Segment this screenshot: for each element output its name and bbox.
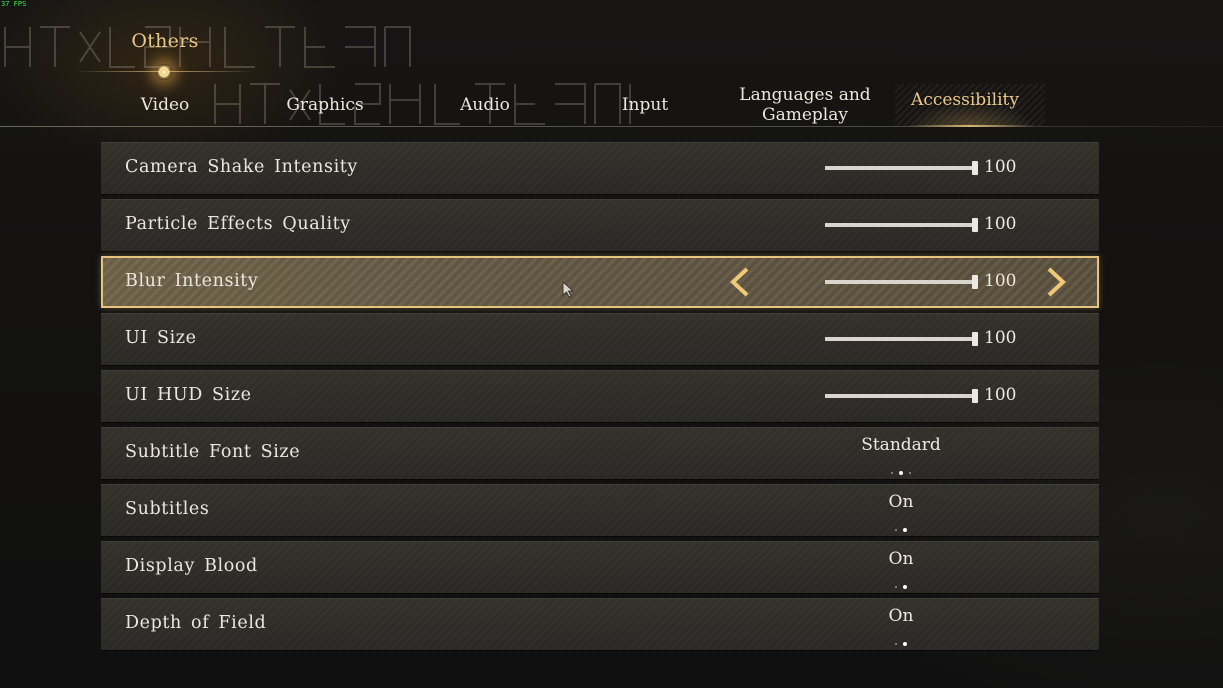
option-dot-active (903, 584, 907, 589)
tab-video[interactable]: Video (125, 95, 205, 115)
setting-slider[interactable] (825, 218, 978, 232)
option-dot-active (899, 470, 903, 475)
setting-label: Camera Shake Intensity (125, 157, 358, 177)
tab-input[interactable]: Input (605, 95, 685, 115)
setting-row-ui-size[interactable]: UI Size 100 (101, 313, 1099, 365)
tab-audio[interactable]: Audio (445, 95, 525, 115)
setting-label: Display Blood (125, 556, 258, 576)
setting-row-depth-of-field[interactable]: Depth of Field On (101, 598, 1099, 650)
option-dot-active (903, 641, 907, 646)
slider-fill (825, 280, 975, 284)
setting-slider[interactable] (825, 161, 978, 175)
setting-row-ui-hud-size[interactable]: UI HUD Size 100 (101, 370, 1099, 422)
slider-fill (825, 337, 975, 341)
option-dot-active (903, 527, 907, 532)
setting-label: Depth of Field (125, 613, 267, 633)
slider-handle[interactable] (972, 389, 978, 403)
option-indicator-dots (801, 576, 1001, 589)
setting-row-particle-effects-quality[interactable]: Particle Effects Quality 100 (101, 199, 1099, 251)
setting-value: 100 (984, 328, 1017, 348)
setting-row-blur-intensity[interactable]: Blur Intensity 100 (101, 256, 1099, 308)
setting-label: Particle Effects Quality (125, 214, 351, 234)
slider-handle[interactable] (972, 218, 978, 232)
option-indicator-dots (801, 462, 1001, 475)
option-value[interactable]: On (801, 549, 1001, 569)
tab-languages-line2: Gameplay (762, 105, 848, 125)
setting-slider[interactable] (825, 275, 978, 289)
glowing-orb-icon (156, 64, 172, 80)
option-indicator-dots (801, 633, 1001, 646)
option-dot (895, 585, 897, 588)
option-dot (909, 471, 911, 474)
tab-accessibility[interactable]: Accessibility (900, 90, 1030, 110)
section-title-others[interactable]: Others (105, 30, 225, 52)
setting-label: Subtitles (125, 499, 210, 519)
mouse-cursor-icon (562, 280, 575, 298)
option-value[interactable]: On (801, 606, 1001, 626)
tab-bar-divider (0, 126, 1223, 127)
slider-handle[interactable] (972, 161, 978, 175)
setting-label: UI Size (125, 328, 197, 348)
option-value[interactable]: On (801, 492, 1001, 512)
setting-row-subtitles[interactable]: Subtitles On (101, 484, 1099, 536)
active-tab-underline (905, 125, 1035, 127)
setting-value: 100 (984, 271, 1017, 291)
setting-value: 100 (984, 157, 1017, 177)
settings-screen: 37 FPS Others Video Graphics Audio Input… (0, 0, 1223, 688)
tab-graphics[interactable]: Graphics (275, 95, 375, 115)
setting-row-subtitle-font-size[interactable]: Subtitle Font Size Standard (101, 427, 1099, 479)
slider-handle[interactable] (972, 332, 978, 346)
setting-value: 100 (984, 214, 1017, 234)
setting-slider[interactable] (825, 332, 978, 346)
slider-fill (825, 223, 975, 227)
chevron-right-icon[interactable] (1041, 266, 1071, 298)
slider-fill (825, 394, 975, 398)
setting-label: Blur Intensity (125, 271, 259, 291)
setting-slider[interactable] (825, 389, 978, 403)
slider-fill (825, 166, 975, 170)
fps-counter: 37 FPS (1, 0, 27, 8)
chevron-left-icon[interactable] (725, 266, 755, 298)
setting-label: Subtitle Font Size (125, 442, 301, 462)
tab-languages-and-gameplay[interactable]: Languages and Gameplay (725, 85, 885, 125)
setting-row-display-blood[interactable]: Display Blood On (101, 541, 1099, 593)
option-value[interactable]: Standard (801, 435, 1001, 455)
option-dot (895, 528, 897, 531)
tab-languages-line1: Languages and (739, 85, 871, 105)
option-dot (895, 642, 897, 645)
setting-value: 100 (984, 385, 1017, 405)
setting-label: UI HUD Size (125, 385, 252, 405)
option-dot (891, 471, 893, 474)
setting-row-camera-shake-intensity[interactable]: Camera Shake Intensity 100 (101, 142, 1099, 194)
option-indicator-dots (801, 519, 1001, 532)
slider-handle[interactable] (972, 275, 978, 289)
